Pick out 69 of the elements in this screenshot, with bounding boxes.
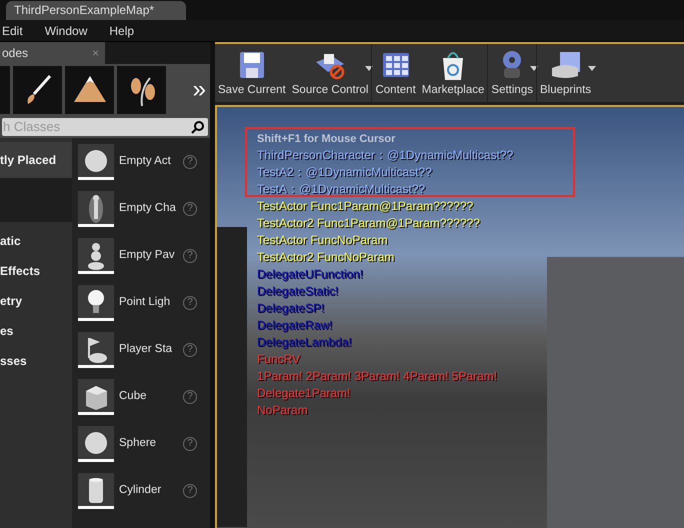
category-item[interactable]: sses	[0, 346, 72, 376]
log-line: 1Param! 2Param! 3Param! 4Param! 5Param!	[257, 368, 498, 385]
item-label[interactable]: Point Ligh	[119, 294, 183, 312]
log-line: TestA2：@1DynamicMulticast??	[257, 164, 433, 181]
item-label[interactable]: Player Sta	[119, 341, 183, 359]
toolbar-button[interactable]: Content	[371, 44, 419, 102]
mode-tile[interactable]	[0, 66, 10, 114]
log-line: DelegateStatic!	[257, 283, 340, 300]
search-icon	[191, 120, 205, 134]
log-line: TestA：@1DynamicMulticast??	[257, 181, 426, 198]
log-line: ThirdPersonCharacter：@1DynamicMulticast??	[257, 147, 514, 164]
toolbar-button[interactable]: Source Control	[288, 44, 372, 102]
help-icon[interactable]: ?	[183, 249, 197, 263]
help-icon[interactable]: ?	[183, 155, 197, 169]
help-icon[interactable]: ?	[183, 202, 197, 216]
help-icon[interactable]: ?	[183, 390, 197, 404]
log-line: DelegateLambda!	[257, 334, 353, 351]
log-line: TestActor2 Func1Param@1Param??????	[257, 215, 481, 232]
log-line: TestActor2 FuncNoParam	[257, 249, 396, 266]
item-thumbnail[interactable]	[78, 238, 114, 274]
item-thumbnail[interactable]	[78, 332, 114, 368]
item-thumbnail[interactable]	[78, 191, 114, 227]
caret-icon	[530, 66, 538, 71]
item-thumbnail[interactable]	[78, 379, 114, 415]
category-item[interactable]: Effects	[0, 256, 72, 286]
help-icon[interactable]: ?	[183, 343, 197, 357]
caret-icon	[365, 66, 374, 71]
category-item[interactable]: es	[0, 316, 72, 346]
item-label[interactable]: Sphere	[119, 435, 183, 453]
log-line: DelegateUFunction!	[257, 266, 364, 283]
log-line: DelegateSP!	[257, 300, 326, 317]
log-line: DelegateRaw!	[257, 317, 334, 334]
viewport-hint: Shift+F1 for Mouse Cursor	[257, 132, 396, 147]
menu-item[interactable]: Help	[109, 22, 134, 40]
item-label[interactable]: Empty Act	[119, 153, 183, 171]
item-thumbnail[interactable]	[78, 144, 114, 180]
log-line: FuncRV	[257, 351, 302, 368]
panel-tab[interactable]: odes ×	[0, 42, 105, 64]
menu-item[interactable]: Window	[44, 22, 88, 40]
log-line: TestActor FuncNoParam	[257, 232, 389, 249]
log-line: TestActor Func1Param@1Param??????	[257, 198, 474, 215]
mode-tile[interactable]	[65, 66, 114, 114]
caret-icon	[588, 66, 596, 71]
item-label[interactable]: Empty Pav	[119, 247, 183, 265]
toolbar-button[interactable]: Save Current	[215, 44, 289, 102]
item-thumbnail[interactable]	[78, 426, 114, 462]
category-item[interactable]: etry	[0, 286, 72, 316]
help-icon[interactable]: ?	[183, 437, 197, 451]
toolbar-button[interactable]: Settings	[487, 44, 536, 102]
search-field[interactable]: h Classes	[2, 118, 208, 136]
mode-tile[interactable]	[117, 66, 166, 114]
toolbar-button[interactable]: Blueprints	[536, 44, 594, 102]
document-tab[interactable]: ThirdPersonExampleMap*	[6, 1, 186, 20]
item-thumbnail[interactable]	[78, 285, 114, 321]
help-icon[interactable]: ?	[183, 484, 197, 498]
mode-tile[interactable]	[13, 66, 62, 114]
toolbar-button[interactable]: Marketplace	[418, 44, 488, 102]
category-item[interactable]: atic	[0, 226, 72, 256]
item-label[interactable]: Empty Cha	[119, 200, 183, 218]
menu-item[interactable]: Edit	[2, 22, 23, 40]
log-line: NoParam	[257, 402, 309, 419]
log-line: Delegate1Param!	[257, 385, 352, 402]
more-icon[interactable]: »	[192, 78, 206, 102]
category-item[interactable]: tly Placed	[0, 142, 72, 178]
panel-tab-label: odes	[2, 45, 28, 62]
item-label[interactable]: Cylinder	[119, 482, 183, 500]
item-label[interactable]: Cube	[119, 388, 183, 406]
help-icon[interactable]: ?	[183, 296, 197, 310]
item-thumbnail[interactable]	[78, 473, 114, 509]
